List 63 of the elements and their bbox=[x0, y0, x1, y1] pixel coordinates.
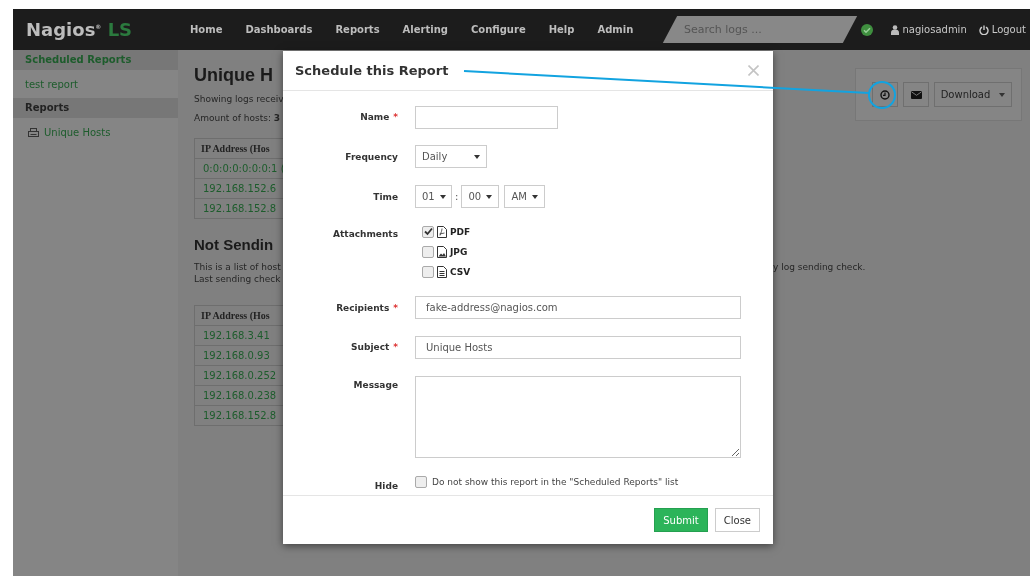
required-mark: * bbox=[393, 342, 398, 353]
option-label: PDF bbox=[450, 226, 471, 237]
dropdown[interactable]: Daily bbox=[415, 145, 487, 169]
nav-link[interactable]: Configure bbox=[460, 24, 536, 35]
nav-link[interactable]: Alerting bbox=[392, 24, 458, 35]
highlight-circle bbox=[868, 81, 896, 109]
checkbox-label: Do not show this report in the "Scheduled Reports" list bbox=[432, 477, 679, 488]
checkbox[interactable] bbox=[422, 265, 434, 278]
field-label: Recipients bbox=[336, 302, 390, 313]
field-label: Hide bbox=[374, 481, 398, 492]
table-header: IP Address (Hos bbox=[194, 305, 283, 326]
envelope-icon bbox=[910, 90, 922, 99]
time-separator: : bbox=[455, 191, 459, 203]
info-text: Showing logs receiv bbox=[194, 94, 283, 104]
pdf-file-icon bbox=[437, 225, 447, 238]
table-header: IP Address (Hos bbox=[194, 138, 283, 159]
download-button[interactable]: Download bbox=[934, 82, 1012, 107]
email-button[interactable] bbox=[903, 82, 929, 107]
required-mark: * bbox=[393, 112, 398, 123]
user-link[interactable]: nagiosadmin bbox=[891, 24, 967, 35]
modal-title: Schedule this Report bbox=[295, 63, 449, 78]
required-mark: * bbox=[393, 302, 398, 313]
nav-link[interactable]: Dashboards bbox=[235, 24, 323, 35]
sidebar-heading: Reports bbox=[13, 98, 178, 118]
power-icon bbox=[978, 24, 989, 35]
info-text: Last sending check bbox=[194, 273, 282, 285]
checkbox[interactable] bbox=[422, 245, 434, 258]
text-input[interactable]: Unique Hosts bbox=[415, 335, 741, 359]
logout-link[interactable]: Logout bbox=[978, 24, 1026, 35]
dropdown[interactable]: 01 bbox=[415, 185, 452, 209]
nav-link[interactable]: Home bbox=[180, 24, 233, 35]
printer-icon bbox=[28, 128, 39, 137]
field-label: Attachments bbox=[333, 228, 398, 239]
page-title: Unique H bbox=[194, 65, 274, 87]
dropdown[interactable]: AM bbox=[504, 185, 546, 209]
nav-link[interactable]: Help bbox=[538, 24, 585, 35]
info-text: Amount of hosts: 3 bbox=[194, 113, 282, 123]
clock-icon bbox=[880, 89, 890, 100]
info-text: y log sending check. bbox=[773, 262, 866, 272]
close-button[interactable]: Close bbox=[714, 508, 760, 532]
field-label: Subject bbox=[351, 342, 390, 353]
nav-link[interactable]: Reports bbox=[325, 24, 390, 35]
section-title: Not Sendin bbox=[194, 236, 275, 253]
info-text: This is a list of host bbox=[194, 261, 282, 273]
dropdown[interactable]: 00 bbox=[461, 185, 500, 209]
field-label: Message bbox=[353, 379, 398, 390]
field-label: Time bbox=[373, 191, 398, 202]
name-input[interactable] bbox=[415, 105, 558, 129]
field-label: Frequency bbox=[345, 151, 398, 162]
text-input[interactable]: fake-address@nagios.com bbox=[415, 296, 741, 320]
option-label: JPG bbox=[450, 246, 468, 257]
close-icon bbox=[748, 65, 759, 76]
image-file-icon bbox=[437, 245, 447, 258]
text-file-icon bbox=[437, 265, 447, 278]
status-check-icon bbox=[861, 23, 874, 36]
nav-link[interactable]: Admin bbox=[587, 24, 644, 35]
logo: Nagios$^{®}$ LS bbox=[25, 19, 134, 40]
field-label: Name bbox=[360, 112, 390, 123]
checkbox[interactable] bbox=[415, 476, 427, 489]
message-textarea[interactable] bbox=[415, 375, 741, 458]
user-icon bbox=[891, 24, 900, 35]
checkbox[interactable] bbox=[422, 225, 434, 238]
option-label: CSV bbox=[450, 266, 471, 277]
